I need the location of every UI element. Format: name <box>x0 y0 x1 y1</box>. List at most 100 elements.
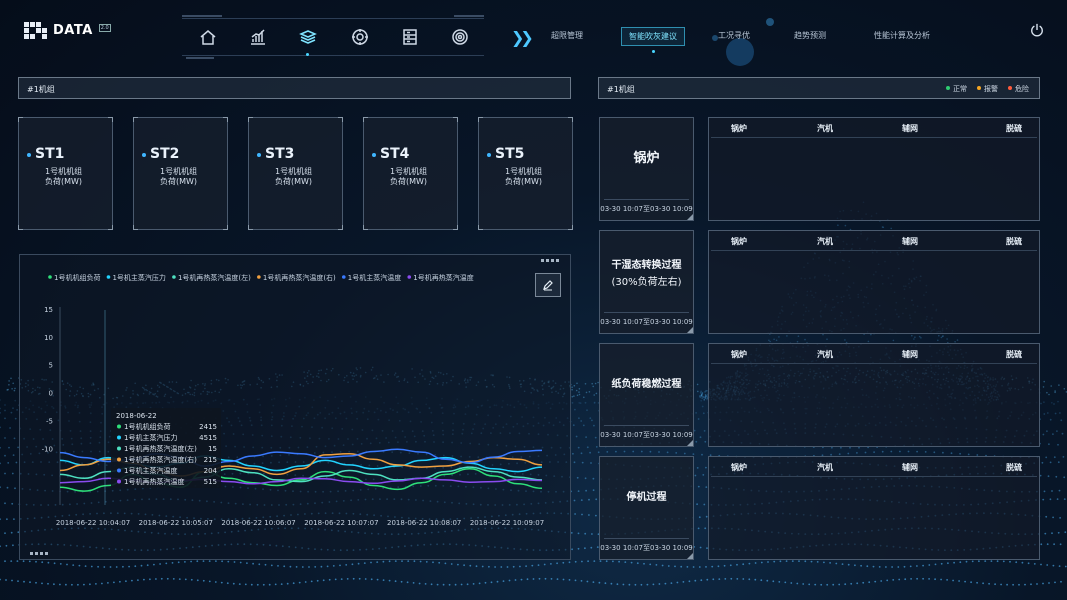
card-divider <box>604 199 689 200</box>
top-nav-item-1[interactable]: 智能吹灰建议 <box>621 27 685 53</box>
chart-legend: 1号机机组负荷 1号机主蒸汽压力 1号机再热蒸汽温度(左) 1号机再热蒸汽温度(右) 1… <box>48 273 474 282</box>
nav-bar-chart-button[interactable] <box>246 26 270 48</box>
table-header-2: 辅网 <box>902 350 918 359</box>
card-corner <box>453 225 458 230</box>
brand-logo: DATA 2.0 <box>24 22 111 39</box>
y-tick-label: 10 <box>44 334 53 342</box>
bar-chart-icon <box>251 29 265 45</box>
legend-label: 1号机再热蒸汽温度(右) <box>263 273 336 282</box>
x-tick-label: 2018-06-22 10:08:07 <box>387 519 461 527</box>
legend-item[interactable]: 1号机再热蒸汽温度(右) <box>257 273 336 282</box>
card-corner <box>338 117 343 122</box>
table-header-2: 辅网 <box>902 124 918 133</box>
table-header-0: 锅炉 <box>731 463 747 472</box>
legend-label: 1号机机组负荷 <box>54 273 100 282</box>
card-corner <box>223 225 228 230</box>
table-header-1: 汽机 <box>817 463 833 472</box>
y-tick-label: 0 <box>49 390 53 398</box>
expand-chevron-icon[interactable]: ❯❯ <box>511 28 534 47</box>
brand-version: 2.0 <box>98 23 111 32</box>
legend-item[interactable]: 1号机再热蒸汽温度 <box>407 273 474 282</box>
process-title: 纸负荷稳燃过程 <box>600 376 693 393</box>
card-corner <box>18 117 23 122</box>
card-corner <box>133 225 138 230</box>
card-divider <box>604 538 689 539</box>
server-icon <box>403 29 417 45</box>
legend-item[interactable]: 1号机再热蒸汽温度(左) <box>172 273 251 282</box>
tooltip-series-name: 1号机主蒸汽压力 <box>124 433 177 442</box>
st-card-st5[interactable]: ST5 1号机机组 负荷(MW) <box>478 117 573 230</box>
tooltip-series-name: 1号机再热蒸汽温度(左) <box>124 444 197 453</box>
status-legend-item: 报警 <box>977 84 998 94</box>
top-nav-item-3[interactable]: 趋势预测 <box>794 30 826 41</box>
table-header-0: 锅炉 <box>731 350 747 359</box>
card-corner <box>248 117 253 122</box>
st-card-line2: 负荷(MW) <box>390 177 428 186</box>
legend-item[interactable]: 1号机主蒸汽压力 <box>106 273 166 282</box>
process-date-range: 03-30 10:07至03-30 10:09 <box>600 205 693 213</box>
tooltip-marker <box>117 468 121 473</box>
left-panel-title: #1机组 <box>27 85 55 94</box>
process-card-1[interactable]: 干湿态转换过程 (30%负荷左右) 03-30 10:07至03-30 10:09 <box>599 230 694 334</box>
nav-home-button[interactable] <box>196 26 220 48</box>
card-corner <box>223 117 228 122</box>
nav-radar-button[interactable] <box>448 26 472 48</box>
table-header-1: 汽机 <box>817 124 833 133</box>
st-card-st1[interactable]: ST1 1号机机组 负荷(MW) <box>18 117 113 230</box>
top-nav-label: 超限管理 <box>551 31 583 40</box>
process-title-line: 干湿态转换过程 <box>611 260 682 271</box>
st-card-st3[interactable]: ST3 1号机机组 负荷(MW) <box>248 117 343 230</box>
radar-icon <box>452 29 468 45</box>
table-header-1: 汽机 <box>817 237 833 246</box>
card-corner <box>363 225 368 230</box>
process-card-0[interactable]: 锅炉 03-30 10:07至03-30 10:09 <box>599 117 694 221</box>
legend-item[interactable]: 1号机机组负荷 <box>48 273 100 282</box>
tooltip-series-name: 1号机再热蒸汽温度 <box>124 477 184 486</box>
process-card-2[interactable]: 纸负荷稳燃过程 03-30 10:07至03-30 10:09 <box>599 343 694 447</box>
process-table-1: 锅炉 汽机 辅网 脱硫 <box>708 230 1040 334</box>
st-card-st4[interactable]: ST4 1号机机组 负荷(MW) <box>363 117 458 230</box>
right-panel-title: #1机组 <box>607 85 635 94</box>
card-corner-triangle <box>687 440 693 446</box>
top-nav-label: 智能吹灰建议 <box>629 32 677 41</box>
table-header-2: 辅网 <box>902 237 918 246</box>
x-tick-label: 2018-06-22 10:06:07 <box>221 519 295 527</box>
icon-nav <box>182 15 484 59</box>
st-card-line2: 负荷(MW) <box>160 177 198 186</box>
status-dot <box>946 86 950 90</box>
process-title: 停机过程 <box>600 489 693 506</box>
card-corner <box>108 117 113 122</box>
card-corner <box>478 225 483 230</box>
legend-item[interactable]: 1号机主蒸汽温度 <box>341 273 401 282</box>
top-nav-item-0[interactable]: 超限管理 <box>551 30 583 41</box>
process-date-range: 03-30 10:07至03-30 10:09 <box>600 318 693 326</box>
card-corner <box>133 117 138 122</box>
top-nav-item-4[interactable]: 性能计算及分析 <box>874 30 930 41</box>
tooltip-series-value: 215 <box>204 456 217 464</box>
tooltip-series-name: 1号机再热蒸汽温度(右) <box>124 455 197 464</box>
nav-target-button[interactable] <box>348 26 372 48</box>
top-nav-label: 性能计算及分析 <box>874 31 930 40</box>
power-icon[interactable] <box>1030 23 1044 37</box>
top-nav-label: 工况寻优 <box>718 31 750 40</box>
legend-marker <box>257 275 261 279</box>
card-corner-triangle <box>687 553 693 559</box>
active-indicator-dot <box>652 50 655 53</box>
legend-label: 1号机主蒸汽温度 <box>348 273 401 282</box>
tooltip-series-name: 1号机主蒸汽温度 <box>124 466 177 475</box>
card-corner <box>18 225 23 230</box>
y-tick-label: 5 <box>49 362 53 370</box>
st-card-title: ST4 <box>371 146 410 162</box>
nav-server-button[interactable] <box>398 26 422 48</box>
tooltip-marker <box>117 424 121 429</box>
tooltip-series-value: 515 <box>204 478 217 486</box>
nav-layers-button[interactable] <box>296 26 320 56</box>
target-icon <box>352 29 368 45</box>
st-card-st2[interactable]: ST2 1号机机组 负荷(MW) <box>133 117 228 230</box>
process-card-3[interactable]: 停机过程 03-30 10:07至03-30 10:09 <box>599 456 694 560</box>
top-nav-item-2[interactable]: 工况寻优 <box>718 30 750 41</box>
process-table-0: 锅炉 汽机 辅网 脱硫 <box>708 117 1040 221</box>
st-card-line2: 负荷(MW) <box>505 177 543 186</box>
chart-tooltip: 2018-06-221号机机组负荷 24151号机主蒸汽压力 45151号机再热蒸汽… <box>111 408 221 488</box>
legend-marker <box>48 275 52 279</box>
